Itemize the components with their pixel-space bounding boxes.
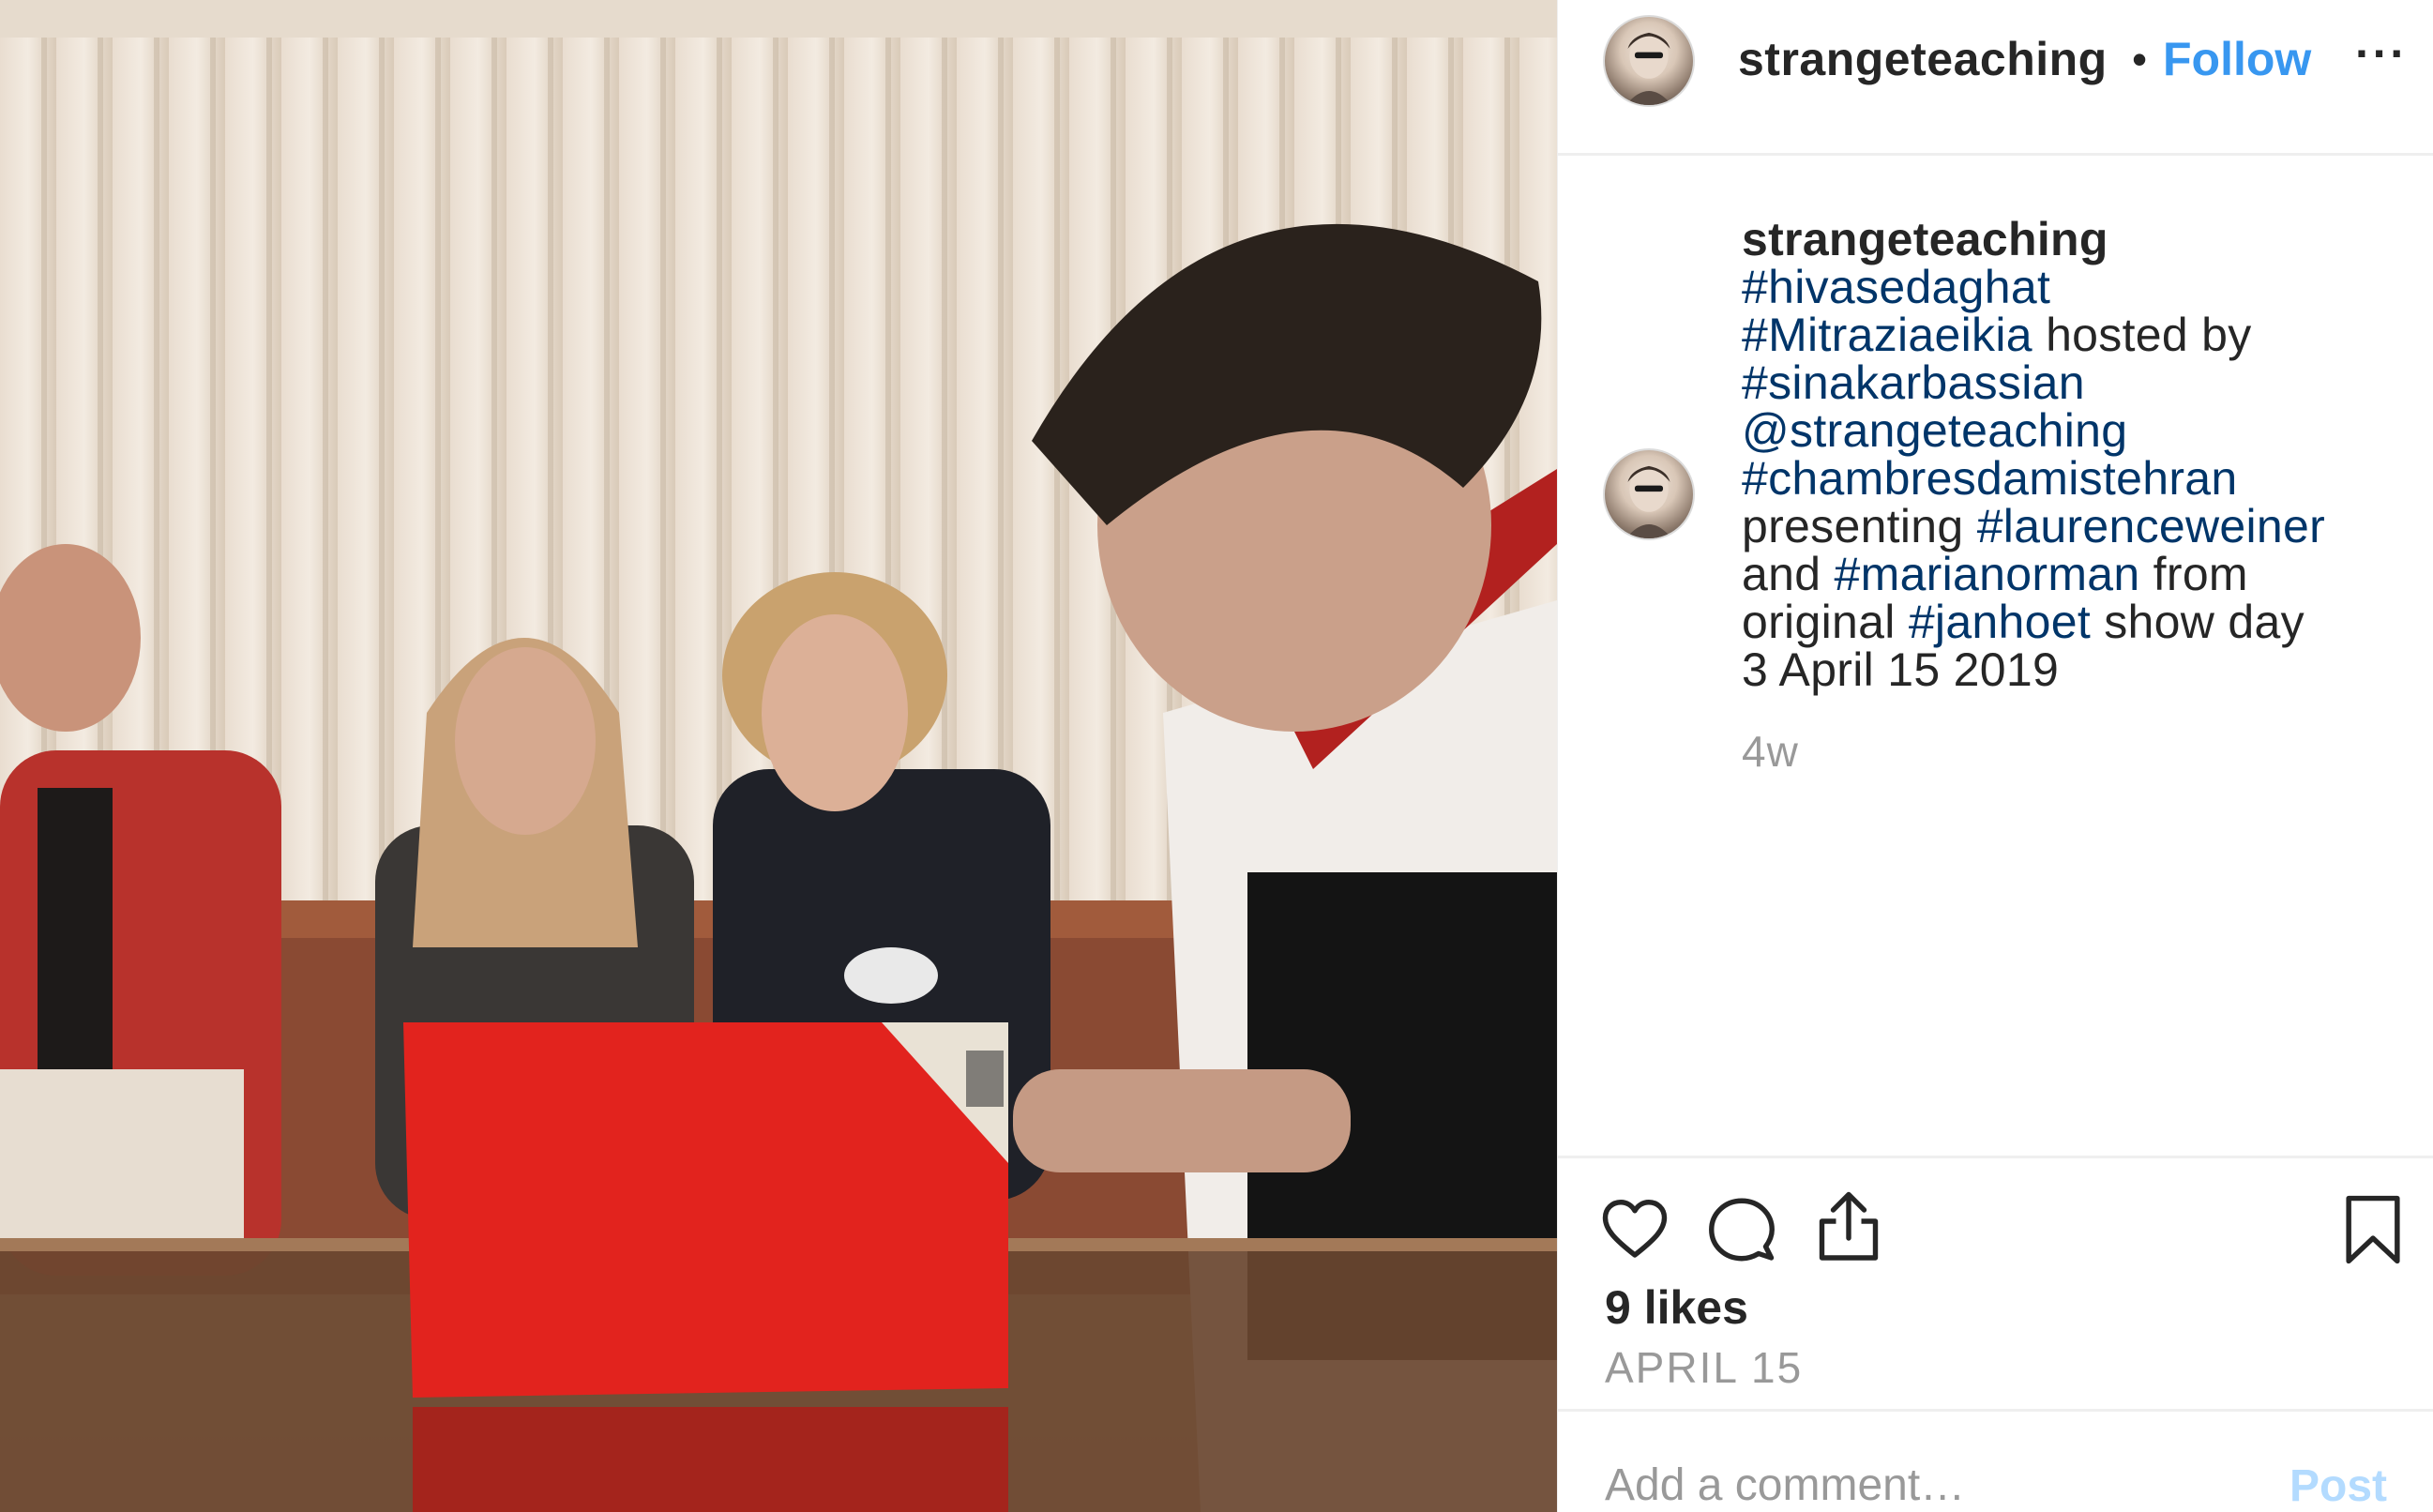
more-options-icon[interactable]: ···: [2355, 26, 2408, 81]
hashtag-link[interactable]: #Mitraziaeikia: [1742, 309, 2033, 361]
caption-line: #chambresdamistehran: [1742, 455, 2417, 503]
header-username-link[interactable]: strangeteaching: [1738, 32, 2132, 86]
red-folder: [403, 1022, 1008, 1512]
caption-body: #hivasedaghat #Mitraziaeikia hosted by #si…: [1742, 264, 2417, 694]
caption-line: presenting #laurenceweiner: [1742, 503, 2417, 551]
post-header: strangeteaching • Follow ···: [1558, 0, 2433, 156]
comment-input[interactable]: [1605, 1457, 2205, 1512]
caption-text: strangeteaching #hivasedaghat #Mitraziaei…: [1742, 216, 2417, 694]
speech-bubble-icon[interactable]: [1708, 1196, 1776, 1263]
post-comment-button[interactable]: Post: [2289, 1460, 2387, 1512]
post-side-panel: strangeteaching • Follow ··· strangeteac…: [1557, 0, 2433, 1512]
post-photo-illustration: [0, 0, 1557, 1512]
caption-text-segment: hosted by: [2032, 309, 2252, 361]
caption-age[interactable]: 4w: [1742, 726, 1799, 777]
avatar[interactable]: [1603, 15, 1695, 107]
caption-avatar[interactable]: [1603, 448, 1695, 540]
avatar-portrait-icon: [1625, 32, 1672, 105]
caption-text-segment: show day: [2091, 596, 2305, 648]
caption-line: #sinakarbassian: [1742, 359, 2417, 407]
hashtag-link[interactable]: #hivasedaghat: [1742, 261, 2050, 313]
hashtag-link[interactable]: #marianorman: [1835, 548, 2140, 600]
caption-line: original #janhoet show day: [1742, 598, 2417, 646]
caption-line: and #marianorman from: [1742, 551, 2417, 598]
caption-text-segment: 3 April 15 2019: [1742, 643, 2060, 696]
bookmark-icon[interactable]: [2344, 1194, 2402, 1265]
post-photo[interactable]: [0, 0, 1557, 1512]
likes-count[interactable]: 9 likes: [1605, 1280, 1748, 1335]
hashtag-link[interactable]: #sinakarbassian: [1742, 356, 2085, 409]
caption-line: @strangeteaching: [1742, 407, 2417, 455]
caption-text-segment: presenting: [1742, 500, 1977, 552]
share-icon[interactable]: [1815, 1190, 1882, 1263]
avatar-portrait-icon: [1625, 465, 1672, 538]
caption-text-segment: and: [1742, 548, 1835, 600]
caption-username-link[interactable]: strangeteaching: [1742, 216, 2417, 264]
caption-line: 3 April 15 2019: [1742, 646, 2417, 694]
caption-text-segment: from: [2139, 548, 2248, 600]
post-date[interactable]: APRIL 15: [1605, 1342, 1803, 1393]
caption-line: #Mitraziaeikia hosted by: [1742, 311, 2417, 359]
caption-text-segment: original: [1742, 596, 1909, 648]
hashtag-link[interactable]: @strangeteaching: [1742, 404, 2127, 457]
caption-line: #hivasedaghat: [1742, 264, 2417, 311]
hashtag-link[interactable]: #janhoet: [1909, 596, 2091, 648]
hashtag-link[interactable]: #laurenceweiner: [1977, 500, 2325, 552]
heart-icon[interactable]: [1601, 1196, 1669, 1263]
hashtag-link[interactable]: #chambresdamistehran: [1742, 452, 2238, 505]
post-actions: 9 likes APRIL 15: [1558, 1156, 2433, 1409]
follow-button[interactable]: Follow: [2163, 32, 2311, 86]
caption-area: strangeteaching #hivasedaghat #Mitraziaei…: [1558, 159, 2433, 1154]
comment-bar: Post: [1558, 1409, 2433, 1512]
header-separator: •: [2132, 35, 2148, 83]
